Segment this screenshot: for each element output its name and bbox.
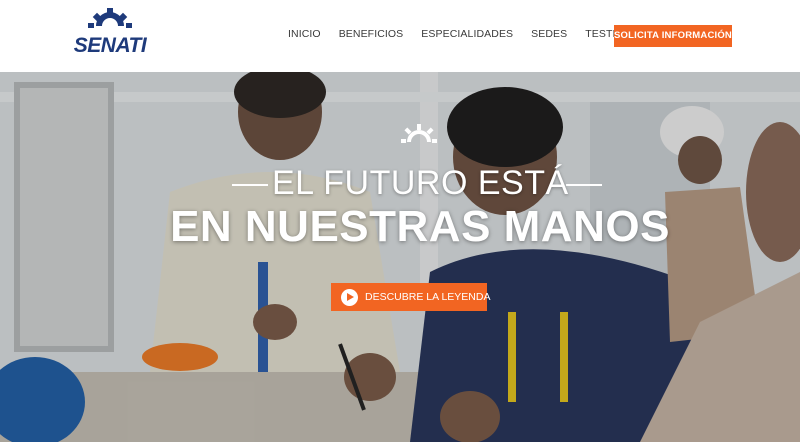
nav-item-especialidades[interactable]: ESPECIALIDADES	[421, 28, 513, 40]
hero-tagline-line2: EN NUESTRAS MANOS	[170, 202, 670, 251]
logo-wordmark: SENATI	[73, 34, 147, 57]
nav-item-sedes[interactable]: SEDES	[531, 28, 567, 40]
request-info-button[interactable]: SOLICITA INFORMACIÓN	[614, 25, 732, 47]
play-icon	[341, 288, 358, 306]
header: SENATI INICIO BENEFICIOS ESPECIALIDADES …	[0, 0, 800, 72]
discover-legend-label: DESCUBRE LA LEYENDA	[365, 291, 491, 303]
gear-icon	[401, 124, 437, 143]
tagline-divider-right	[566, 184, 602, 186]
nav-item-inicio[interactable]: INICIO	[288, 28, 321, 40]
senati-logo[interactable]: SENATI	[70, 8, 150, 58]
hero-tagline-line1: EL FUTURO ESTÁ	[272, 164, 569, 202]
hero-banner: EL FUTURO ESTÁ EN NUESTRAS MANOS DESCUBR…	[0, 72, 800, 442]
tagline-divider-left	[232, 184, 268, 186]
nav-item-beneficios[interactable]: BENEFICIOS	[339, 28, 404, 40]
discover-legend-button[interactable]: DESCUBRE LA LEYENDA	[331, 283, 491, 311]
